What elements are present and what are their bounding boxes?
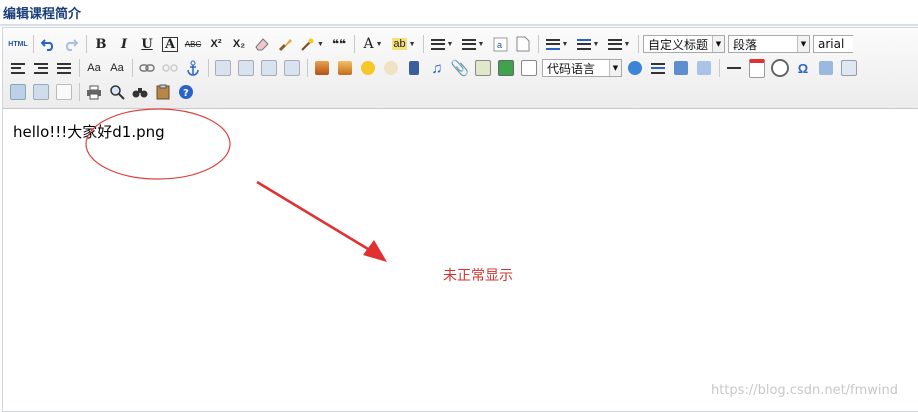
arrow-shaft (256, 180, 374, 254)
annotation-note: 未正常显示 (443, 268, 513, 284)
highlight-ellipse (85, 108, 231, 180)
watermark: https://blog.csdn.net/fmwind (711, 383, 899, 398)
annotation-overlay (85, 108, 387, 262)
arrow-head (363, 240, 387, 262)
